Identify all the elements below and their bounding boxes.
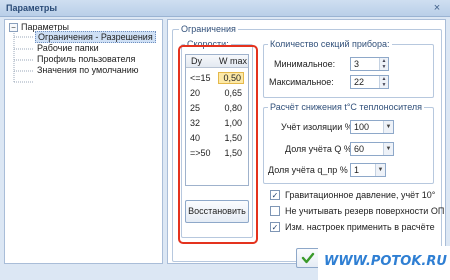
qpr-share-label: Доля учёта q_пр % <box>268 165 348 175</box>
min-sections-stepper[interactable]: 3 ▲ ▼ <box>350 57 389 71</box>
ignore-reserve-checkbox[interactable] <box>270 206 280 216</box>
constraints-group: Ограничения Скорости: Dy W max <=15 0,50… <box>172 24 445 262</box>
qpr-share-value: 1 <box>354 165 360 175</box>
stepper-down-icon[interactable]: ▼ <box>380 64 388 70</box>
qpr-share-select[interactable]: 1 ▼ <box>350 163 386 177</box>
sections-title: Количество секций прибора: <box>268 39 392 49</box>
tree-item-defaults[interactable]: Значения по умолчанию <box>35 65 141 75</box>
max-sections-value: 22 <box>354 77 365 87</box>
close-icon[interactable]: × <box>430 1 444 15</box>
collapse-icon[interactable]: − <box>9 23 18 33</box>
window-title: Параметры <box>6 3 58 13</box>
min-sections-label: Минимальное: <box>274 59 336 69</box>
highlight-frame <box>178 45 258 244</box>
heat-drop-group: Расчёт снижения t°С теплоносителя Учёт и… <box>263 102 434 184</box>
insulation-label: Учёт изоляции % <box>281 122 353 132</box>
watermark: WWW.POTOK.RU <box>318 246 450 280</box>
insulation-value: 100 <box>354 122 370 132</box>
gravity-pressure-checkbox[interactable]: ✓ <box>270 190 280 200</box>
constraints-title: Ограничения <box>179 24 238 34</box>
tree-item-user-profile[interactable]: Профиль пользователя <box>35 54 137 64</box>
settings-content: Ограничения Скорости: Dy W max <=15 0,50… <box>167 19 446 264</box>
sections-group: Количество секций прибора: Минимальное: … <box>263 39 434 98</box>
settings-tree: − Параметры Ограничения - Разрешения Рабо… <box>4 19 163 264</box>
heat-drop-title: Расчёт снижения t°С теплоносителя <box>268 102 425 112</box>
q-share-label: Доля учёта Q % <box>285 144 352 154</box>
stepper-buttons[interactable]: ▲ ▼ <box>379 76 388 88</box>
gravity-pressure-label: Гравитационное давление, учёт 10° <box>285 190 436 200</box>
apply-settings-label: Изм. настроек применить в расчёте <box>285 222 435 232</box>
stepper-down-icon[interactable]: ▼ <box>380 82 388 88</box>
chevron-down-icon[interactable]: ▼ <box>383 143 393 155</box>
max-sections-label: Максимальное: <box>269 77 334 87</box>
tree-item-work-folders[interactable]: Рабочие папки <box>35 43 101 53</box>
title-bar: Параметры × <box>0 0 450 17</box>
ignore-reserve-label: Не учитывать резерв поверхности ОП <box>285 206 445 216</box>
min-sections-value: 3 <box>354 59 360 69</box>
check-icon <box>301 252 315 264</box>
max-sections-stepper[interactable]: 22 ▲ ▼ <box>350 75 389 89</box>
apply-settings-checkbox[interactable]: ✓ <box>270 222 280 232</box>
q-share-select[interactable]: 60 ▼ <box>350 142 394 156</box>
watermark-text: WWW.POTOK.RU <box>324 254 447 269</box>
insulation-select[interactable]: 100 ▼ <box>350 120 394 134</box>
stepper-buttons[interactable]: ▲ ▼ <box>379 58 388 70</box>
chevron-down-icon[interactable]: ▼ <box>375 164 385 176</box>
tree-item-constraints[interactable]: Ограничения - Разрешения <box>35 31 156 43</box>
chevron-down-icon[interactable]: ▼ <box>383 121 393 133</box>
q-share-value: 60 <box>354 144 365 154</box>
